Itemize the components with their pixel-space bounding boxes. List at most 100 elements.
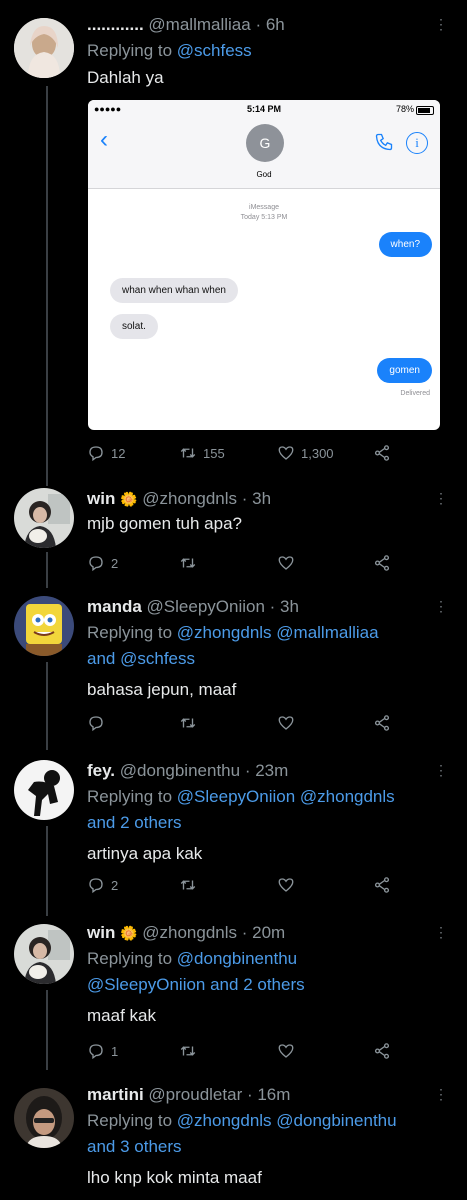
display-name[interactable]: martini (87, 1085, 144, 1104)
heart-icon (278, 716, 294, 730)
display-name[interactable]: manda (87, 597, 142, 616)
share-button[interactable] (373, 552, 391, 574)
display-name[interactable]: win (87, 923, 115, 942)
tweet-header: win 🌼 @zhongdnls · 20m (87, 922, 437, 944)
heart-icon (278, 446, 294, 460)
reply-button[interactable]: 12 (87, 442, 125, 464)
reply-button[interactable]: 2 (87, 874, 118, 896)
share-button[interactable] (373, 442, 391, 464)
share-button[interactable] (373, 1040, 391, 1062)
mention-link[interactable]: and 3 others (87, 1137, 182, 1156)
reply-button[interactable] (87, 712, 105, 734)
message-bubble-received: whan when whan when (110, 278, 238, 303)
user-handle[interactable]: @SleepyOniion (147, 597, 265, 616)
share-icon (374, 1043, 390, 1059)
replying-to-label: Replying to (87, 949, 173, 968)
like-button[interactable] (277, 712, 295, 734)
replying-to: Replying to @SleepyOniion @zhongdnls and… (87, 784, 437, 836)
user-handle[interactable]: @dongbinenthu (120, 761, 240, 780)
user-handle[interactable]: @mallmalliaa (148, 15, 250, 34)
tweet-header: win 🌼 @zhongdnls · 3h (87, 488, 437, 510)
message-bubble-sent: when? (378, 232, 432, 257)
share-button[interactable] (373, 874, 391, 896)
timestamp[interactable]: · 20m (242, 923, 285, 942)
message-bubble-received: solat. (110, 314, 158, 339)
user-handle[interactable]: @zhongdnls (142, 923, 237, 942)
mention-link[interactable]: @schfess (120, 649, 195, 668)
info-icon[interactable]: i (406, 132, 428, 154)
retweet-button[interactable] (179, 712, 197, 734)
avatar[interactable] (14, 596, 74, 656)
tweet-text: maaf kak (87, 1006, 156, 1025)
like-button[interactable] (277, 1040, 295, 1062)
replying-to: Replying to @schfess (87, 38, 437, 64)
more-options-icon[interactable]: ⋮ (434, 598, 448, 615)
tweet-header: manda @SleepyOniion · 3h (87, 596, 437, 618)
tweet-header: martini @proudletar · 16m (87, 1084, 437, 1106)
contact-avatar: G (246, 124, 284, 162)
mention-link[interactable]: @SleepyOniion and 2 others (87, 975, 305, 994)
delivered-status: Delivered (400, 390, 430, 397)
back-chevron-icon[interactable]: ‹ (100, 128, 108, 152)
avatar[interactable] (14, 1088, 74, 1148)
share-icon (374, 445, 390, 461)
replying-to: Replying to @zhongdnls @dongbinenthu and… (87, 1108, 437, 1160)
mention-link[interactable]: @zhongdnls @dongbinenthu (177, 1111, 397, 1130)
retweet-icon (180, 448, 196, 458)
retweet-button[interactable] (179, 1040, 197, 1062)
like-button[interactable]: 1,300 (277, 442, 334, 464)
replying-to-and: and (87, 649, 116, 668)
display-name[interactable]: fey. (87, 761, 115, 780)
display-name[interactable]: ............ (87, 15, 144, 34)
tweet[interactable]: martini @proudletar · 16m Replying to @z… (0, 1084, 467, 1200)
retweet-icon (180, 558, 196, 568)
more-options-icon[interactable]: ⋮ (434, 16, 448, 33)
mention-link[interactable]: @zhongdnls @mallmalliaa (177, 623, 379, 642)
user-handle[interactable]: @zhongdnls (142, 489, 237, 508)
avatar[interactable] (14, 924, 74, 984)
like-button[interactable] (277, 874, 295, 896)
avatar[interactable] (14, 488, 74, 548)
more-options-icon[interactable]: ⋮ (434, 762, 448, 779)
message-date: Today 5:13 PM (240, 214, 288, 221)
retweet-button[interactable] (179, 874, 197, 896)
more-options-icon[interactable]: ⋮ (434, 490, 448, 507)
mention-link[interactable]: @dongbinenthu (177, 949, 297, 968)
heart-icon (278, 878, 294, 892)
reply-icon (89, 878, 103, 894)
flower-icon: 🌼 (120, 491, 138, 507)
reply-icon (89, 446, 103, 462)
tweet-actions (87, 712, 397, 734)
share-button[interactable] (373, 712, 391, 734)
replying-to-label: Replying to (87, 1111, 173, 1130)
avatar[interactable] (14, 760, 74, 820)
heart-icon (278, 1044, 294, 1058)
retweet-button[interactable] (179, 552, 197, 574)
flower-icon: 🌼 (120, 925, 138, 941)
mention-link[interactable]: @schfess (177, 41, 252, 60)
reply-button[interactable]: 1 (87, 1040, 118, 1062)
reply-button[interactable]: 2 (87, 552, 118, 574)
timestamp[interactable]: · 16m (247, 1085, 290, 1104)
timestamp[interactable]: · 3h (270, 597, 299, 616)
tweet-actions: 12 155 1,300 (87, 442, 397, 464)
mention-link[interactable]: @SleepyOniion @zhongdnls (177, 787, 395, 806)
reply-icon (89, 1044, 103, 1060)
attached-image[interactable]: ●●●●● 5:14 PM 78% ‹ G God i iMessage Tod… (88, 100, 440, 430)
timestamp[interactable]: · 23m (245, 761, 288, 780)
contact-name: God (256, 170, 272, 179)
retweet-count: 155 (203, 445, 225, 461)
more-options-icon[interactable]: ⋮ (434, 924, 448, 941)
user-handle[interactable]: @proudletar (148, 1085, 242, 1104)
timestamp[interactable]: · 3h (242, 489, 271, 508)
replying-to-label: Replying to (87, 41, 173, 60)
avatar[interactable] (14, 18, 74, 78)
more-options-icon[interactable]: ⋮ (434, 1086, 448, 1103)
display-name[interactable]: win (87, 489, 115, 508)
retweet-button[interactable]: 155 (179, 442, 225, 464)
mention-link[interactable]: and 2 others (87, 813, 182, 832)
like-button[interactable] (277, 552, 295, 574)
timestamp[interactable]: · 6h (255, 15, 284, 34)
replying-to-label: Replying to (87, 623, 173, 642)
phone-icon[interactable] (374, 132, 394, 157)
